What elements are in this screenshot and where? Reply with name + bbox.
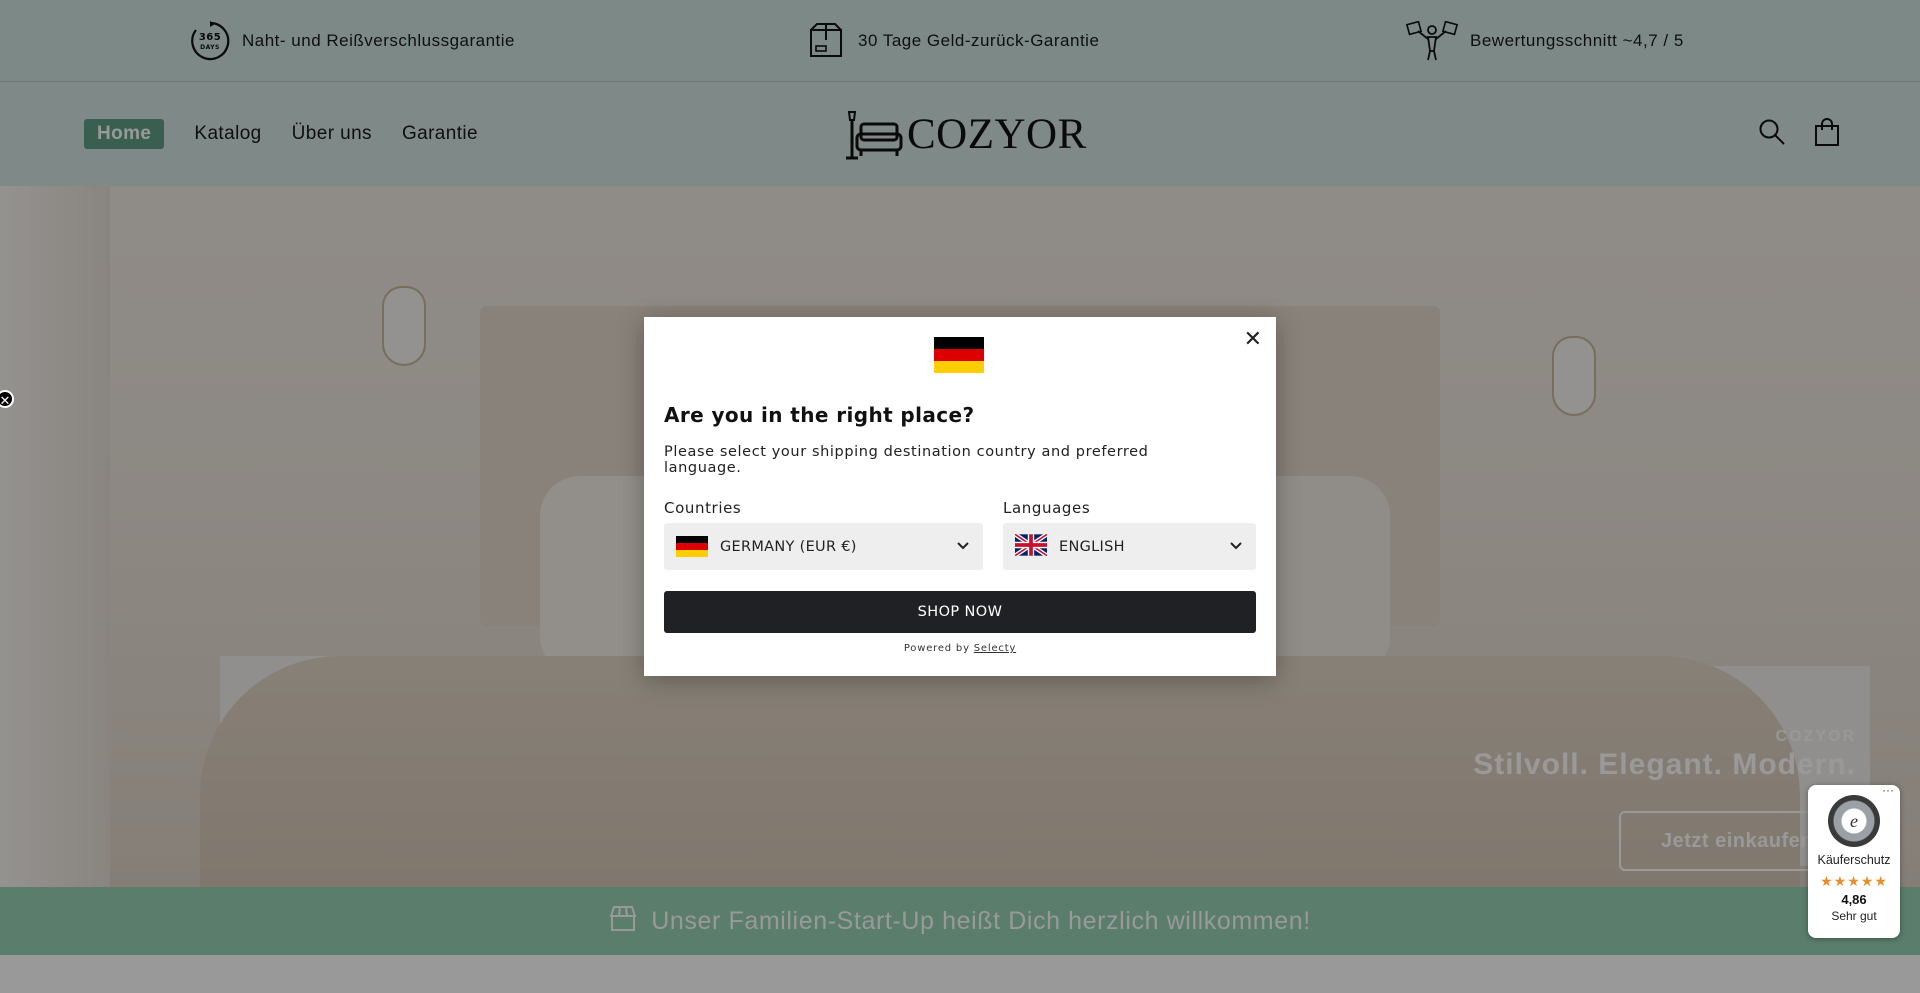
trusted-shops-badge[interactable]: ··· e Käuferschutz ★★★★★ 4,86 Sehr gut [1808, 783, 1900, 938]
modal-subtitle: Please select your shipping destination … [664, 444, 1149, 476]
buyer-protection-label: Käuferschutz [1817, 853, 1891, 867]
chevron-down-icon [955, 537, 971, 557]
rating-score: 4,86 [1841, 892, 1867, 907]
country-select[interactable]: GERMANY (EUR €) [664, 523, 983, 570]
powered-by-text: Powered by [903, 643, 970, 654]
chevron-down-icon [1228, 537, 1244, 557]
rating-text: Sehr gut [1831, 909, 1877, 923]
rating-stars: ★★★★★ [1820, 873, 1888, 889]
modal-title: Are you in the right place? [664, 403, 975, 427]
selecty-link[interactable]: Selecty [974, 643, 1016, 654]
languages-label: Languages [1003, 499, 1091, 517]
country-value: GERMANY (EUR €) [720, 538, 857, 555]
germany-flag-icon [676, 535, 708, 558]
trusted-shops-seal-icon: e [1828, 795, 1880, 847]
close-icon[interactable]: ✕ [1244, 327, 1262, 352]
language-value: ENGLISH [1059, 538, 1125, 555]
powered-by: Powered by Selecty [644, 643, 1276, 654]
shop-now-button[interactable]: SHOP NOW [664, 591, 1256, 633]
uk-flag-icon [1013, 532, 1049, 560]
more-icon[interactable]: ··· [1882, 783, 1894, 797]
language-select[interactable]: ENGLISH [1003, 523, 1256, 570]
geo-selector-modal: ✕ Are you in the right place? Please sel… [644, 317, 1276, 676]
seal-letter: e [1850, 810, 1858, 831]
germany-flag-icon [934, 337, 984, 373]
countries-label: Countries [664, 499, 742, 517]
